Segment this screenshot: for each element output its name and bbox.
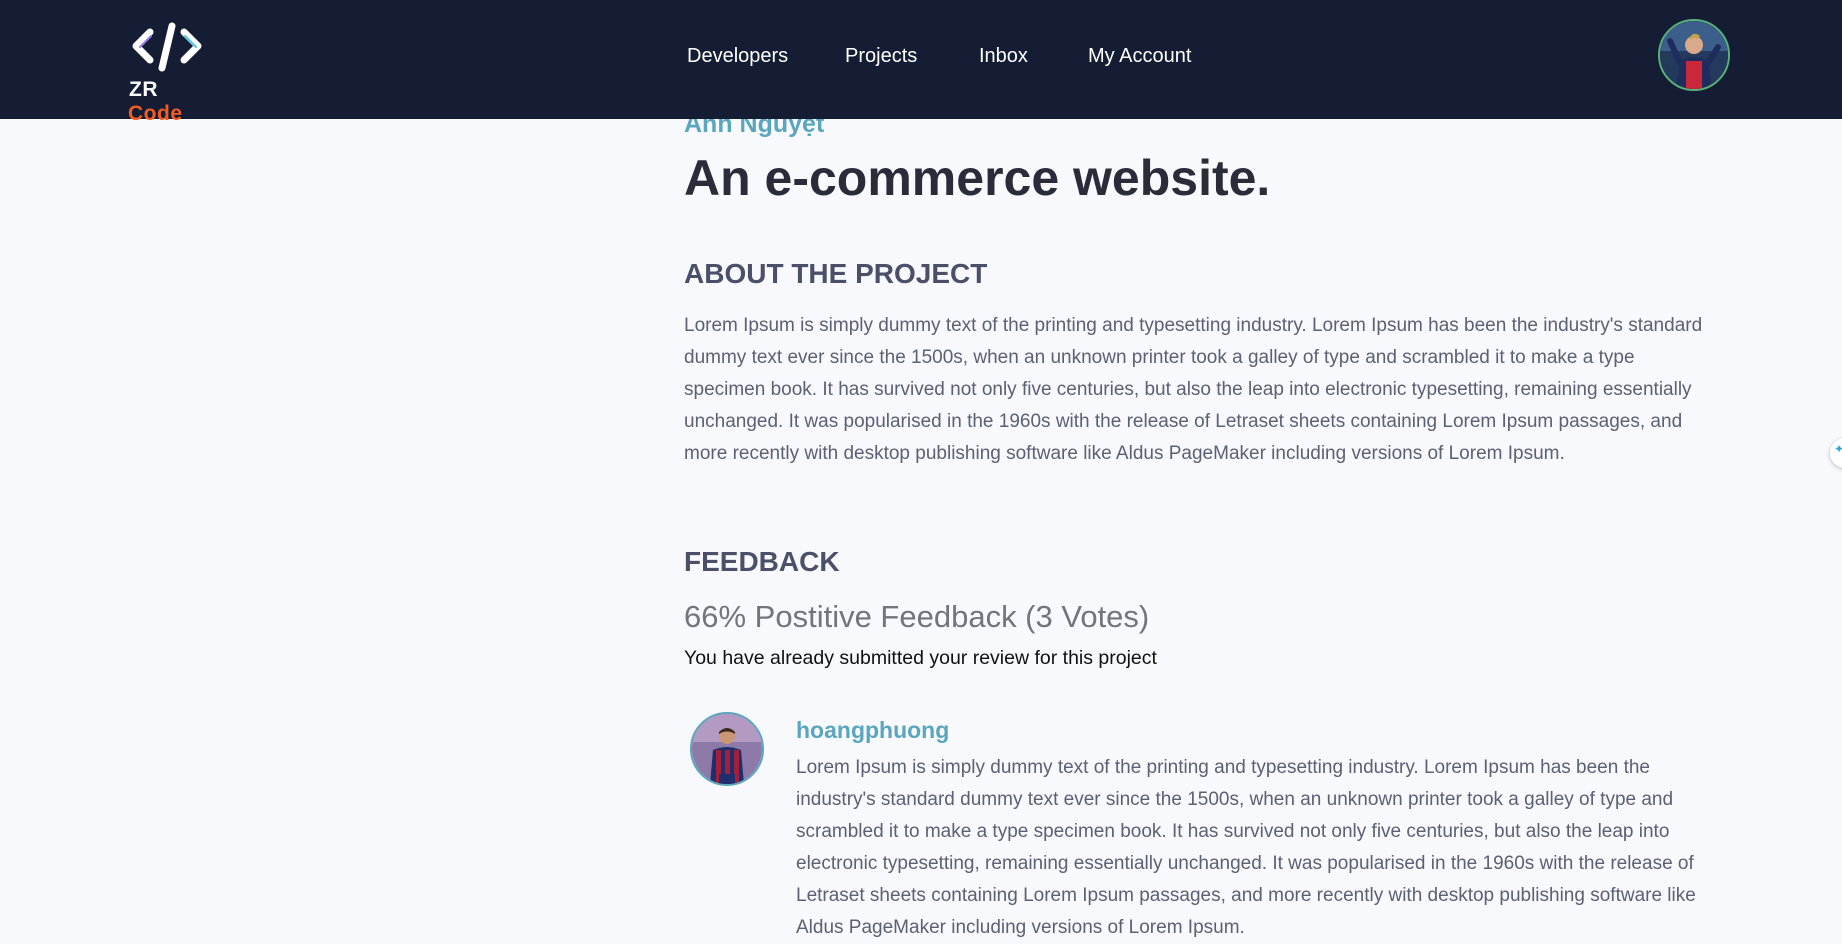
logo-prefix: ZR [129, 78, 158, 101]
review-submitted-note: You have already submitted your review f… [684, 647, 1157, 669]
user-avatar[interactable] [1658, 19, 1730, 91]
feedback-heading: FEEDBACK [684, 546, 840, 577]
review-body: Lorem Ipsum is simply dummy text of the … [796, 757, 1696, 938]
sparkle-icon: ✦ [1834, 442, 1842, 456]
about-heading: ABOUT THE PROJECT [684, 258, 988, 289]
reviewer-username-link[interactable]: hoangphuong [796, 717, 949, 744]
nav-projects[interactable]: Projects [845, 45, 917, 68]
code-brackets-icon [132, 22, 202, 72]
nav-my-account[interactable]: My Account [1088, 45, 1191, 68]
user-avatar-photo [1660, 21, 1728, 89]
logo-wordmark: ZR Code [128, 78, 218, 126]
reviewer-avatar-photo [692, 714, 762, 784]
zr-code-logo[interactable]: ZR Code [128, 22, 218, 125]
logo-suffix: Code [128, 102, 183, 125]
project-title: An e-commerce website. [684, 150, 1271, 206]
top-navbar: ZR Code Developers Projects Inbox My Acc… [0, 0, 1842, 125]
reviewer-avatar[interactable] [690, 712, 764, 786]
nav-inbox[interactable]: Inbox [979, 45, 1028, 68]
review-item: hoangphuong Lorem Ipsum is simply dummy … [684, 712, 1708, 938]
nav-developers[interactable]: Developers [687, 45, 788, 68]
side-floating-widget[interactable]: ✦ [1830, 438, 1842, 468]
about-description: Lorem Ipsum is simply dummy text of the … [684, 315, 1703, 464]
feedback-summary: 66% Postitive Feedback (3 Votes) [684, 599, 1150, 634]
